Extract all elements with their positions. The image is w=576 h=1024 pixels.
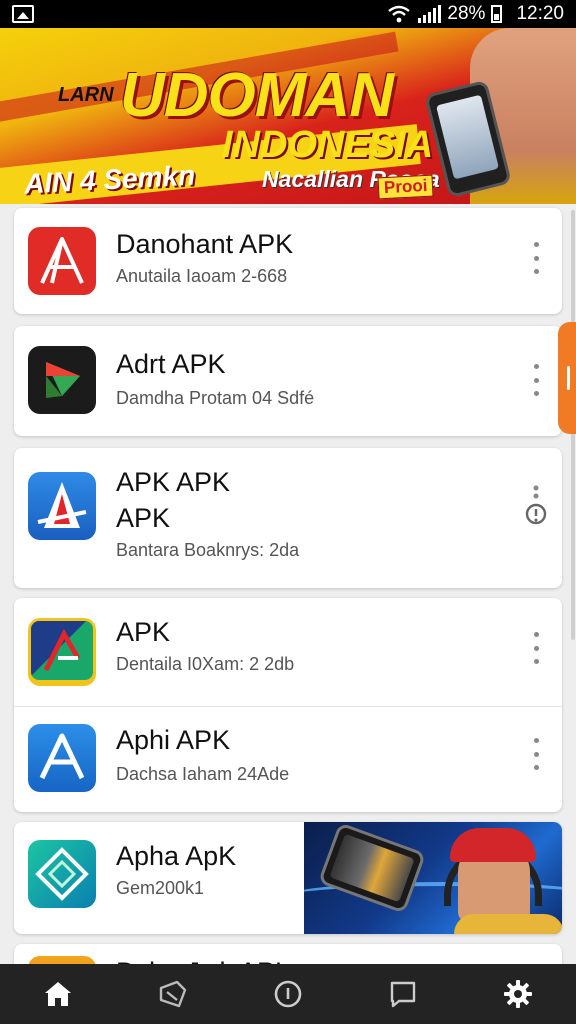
more-options-icon[interactable] [525, 240, 547, 276]
list-item[interactable]: Danohant APK Anutaila Iaoam 2-668 [14, 208, 562, 314]
list-group-card: APK Dentaila I0Xam: 2 2db Aphi APK Dachs… [14, 598, 562, 812]
app-title: Adrt APK [116, 349, 226, 379]
list-item[interactable]: Aphi APK Dachsa Iaham 24Ade [14, 706, 562, 812]
app-icon-blue-a-outline [28, 724, 96, 792]
list-item[interactable]: APK APK APK Bantara Boaknrys: 2da [14, 448, 562, 588]
home-icon [44, 982, 71, 1006]
banner-small-text: LARN [58, 84, 114, 106]
app-title: APK APK APK [116, 467, 231, 533]
app-title: Danohant APK [116, 229, 294, 259]
clock: 12:20 [516, 3, 564, 24]
app-icon-ar-logo [28, 618, 96, 686]
app-subtitle: Gem200k1 [116, 878, 205, 898]
app-subtitle: Anutaila Iaoam 2-668 [116, 266, 288, 286]
more-options-icon[interactable] [525, 362, 547, 398]
more-options-icon[interactable] [525, 736, 547, 772]
nav-messages[interactable] [371, 966, 435, 1022]
app-icon-green-diamond [28, 840, 96, 908]
gear-icon [504, 980, 533, 1008]
status-bar: 28% 12:20 [0, 0, 576, 28]
app-icon-blue-a [28, 472, 96, 540]
image-notification-icon [12, 5, 34, 23]
list-item[interactable]: Adrt APK Damdha Protam 04 Sdfé [14, 326, 562, 436]
app-screen: 28% 12:20 LARN UDOMAN INDONESIA AIN 4 Se… [0, 0, 576, 1024]
app-title: APK [116, 617, 171, 647]
install-status-icon[interactable] [522, 484, 550, 528]
nav-compass[interactable] [256, 966, 320, 1022]
nav-tag[interactable] [141, 966, 205, 1022]
promo-banner[interactable]: LARN UDOMAN INDONESIA AIN 4 Semkn Nacall… [0, 28, 576, 204]
banner-headline: UDOMAN [120, 61, 394, 130]
app-subtitle: Dachsa Iaham 24Ade [116, 764, 290, 784]
app-icon-play [28, 346, 96, 414]
tag-icon [159, 980, 186, 1008]
list-item[interactable]: Apha ApK Gem200k1 [14, 822, 562, 934]
ad-image[interactable] [304, 822, 562, 934]
side-drawer-handle[interactable] [558, 322, 576, 434]
banner-badge: Prooi [377, 174, 434, 200]
app-subtitle: Dentaila I0Xam: 2 2db [116, 654, 295, 674]
message-square-icon [390, 981, 416, 1008]
compass-icon [274, 980, 302, 1008]
app-subtitle: Bantara Boaknrys: 2da [116, 540, 300, 560]
signal-icon [418, 5, 442, 23]
banner-subheadline: INDONESIA [222, 124, 434, 166]
list-item[interactable]: APK Dentaila I0Xam: 2 2db [14, 598, 562, 704]
wifi-icon [388, 5, 411, 23]
nav-home[interactable] [26, 966, 90, 1022]
app-subtitle: Damdha Protam 04 Sdfé [116, 388, 315, 408]
bottom-nav [0, 964, 576, 1024]
app-title: Aphi APK [116, 725, 231, 755]
app-icon-red-arrow [28, 227, 96, 295]
nav-settings[interactable] [486, 966, 550, 1022]
battery-percent: 28% [447, 3, 486, 24]
more-options-icon[interactable] [525, 630, 547, 666]
battery-icon [491, 5, 503, 23]
app-title: Apha ApK [116, 841, 237, 871]
